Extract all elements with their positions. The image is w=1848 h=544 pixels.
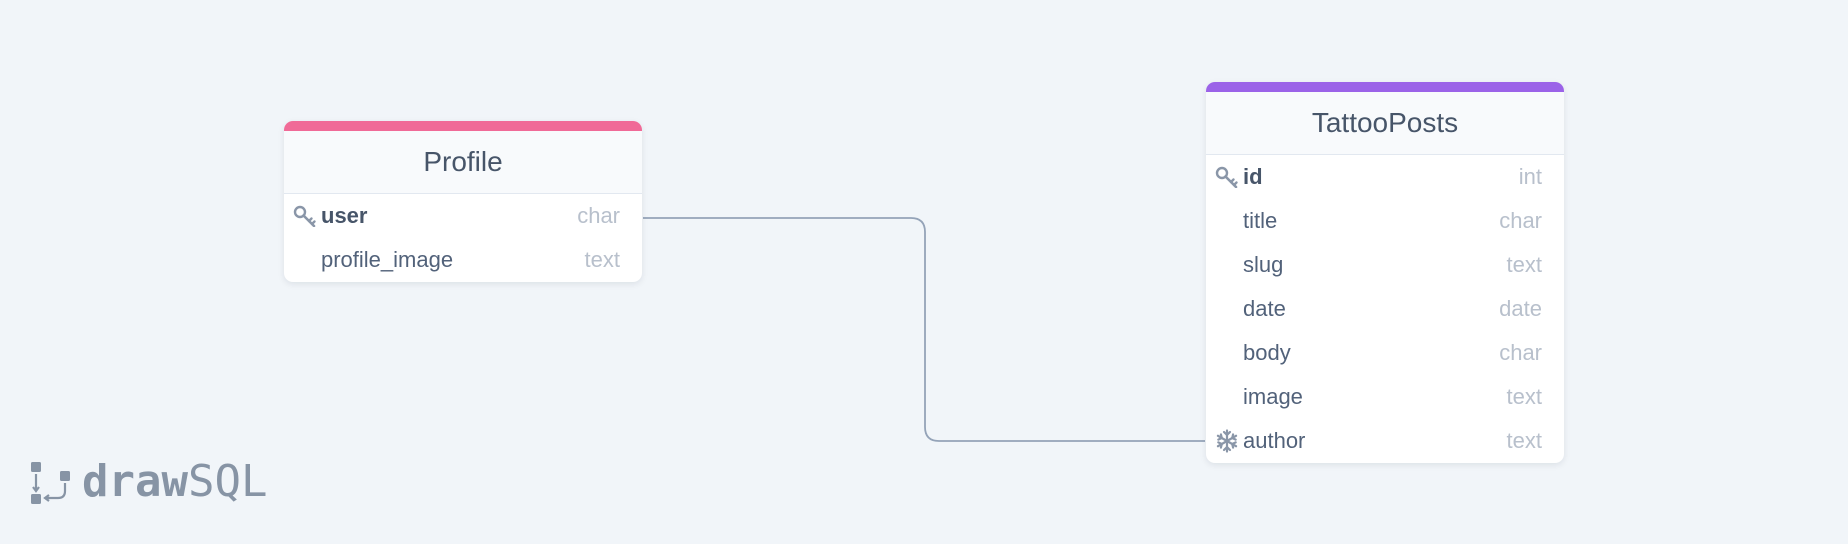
table-accent-bar bbox=[1206, 82, 1564, 92]
snowflake-icon bbox=[1214, 419, 1240, 463]
column-row-user[interactable]: user char bbox=[284, 194, 642, 238]
column-type: char bbox=[1499, 340, 1542, 365]
column-type: date bbox=[1499, 296, 1542, 321]
column-row-slug[interactable]: slug text bbox=[1206, 243, 1564, 287]
drawsql-logo: drawSQL bbox=[30, 456, 267, 508]
key-icon bbox=[1214, 155, 1240, 199]
key-icon bbox=[292, 194, 318, 238]
logo-text-light: SQL bbox=[187, 456, 268, 507]
column-type: text bbox=[584, 247, 620, 272]
column-name: body bbox=[1243, 340, 1291, 365]
drawsql-logo-icon bbox=[31, 462, 70, 504]
column-type: text bbox=[1506, 384, 1542, 409]
column-type: char bbox=[1499, 208, 1542, 233]
relation-line-profile-user-to-tattooposts-author bbox=[643, 217, 1205, 442]
table-title[interactable]: Profile bbox=[284, 131, 642, 194]
column-name: image bbox=[1243, 384, 1303, 409]
column-name: author bbox=[1243, 428, 1306, 453]
column-name: title bbox=[1243, 208, 1278, 233]
column-name: id bbox=[1243, 164, 1263, 189]
column-name: profile_image bbox=[321, 247, 454, 272]
column-row-body[interactable]: body char bbox=[1206, 331, 1564, 375]
column-name: slug bbox=[1243, 252, 1284, 277]
column-name: user bbox=[321, 203, 368, 228]
column-type: int bbox=[1518, 164, 1542, 189]
column-row-author[interactable]: author text bbox=[1206, 419, 1564, 463]
column-type: text bbox=[1506, 252, 1542, 277]
column-name: date bbox=[1243, 296, 1286, 321]
column-row-date[interactable]: date date bbox=[1206, 287, 1564, 331]
drawsql-logo-text: drawSQL bbox=[82, 456, 267, 508]
table-profile[interactable]: Profile user char profile_image text bbox=[284, 121, 642, 282]
column-row-image[interactable]: image text bbox=[1206, 375, 1564, 419]
column-row-id[interactable]: id int bbox=[1206, 155, 1564, 199]
column-type: char bbox=[577, 203, 620, 228]
relation-connector bbox=[643, 217, 1205, 442]
table-tattooposts[interactable]: TattooPosts id int title char slug text … bbox=[1206, 82, 1564, 463]
column-type: text bbox=[1506, 428, 1542, 453]
column-row-profile-image[interactable]: profile_image text bbox=[284, 238, 642, 282]
logo-text-bold: draw bbox=[82, 456, 188, 507]
column-row-title[interactable]: title char bbox=[1206, 199, 1564, 243]
table-title[interactable]: TattooPosts bbox=[1206, 92, 1564, 155]
table-accent-bar bbox=[284, 121, 642, 131]
